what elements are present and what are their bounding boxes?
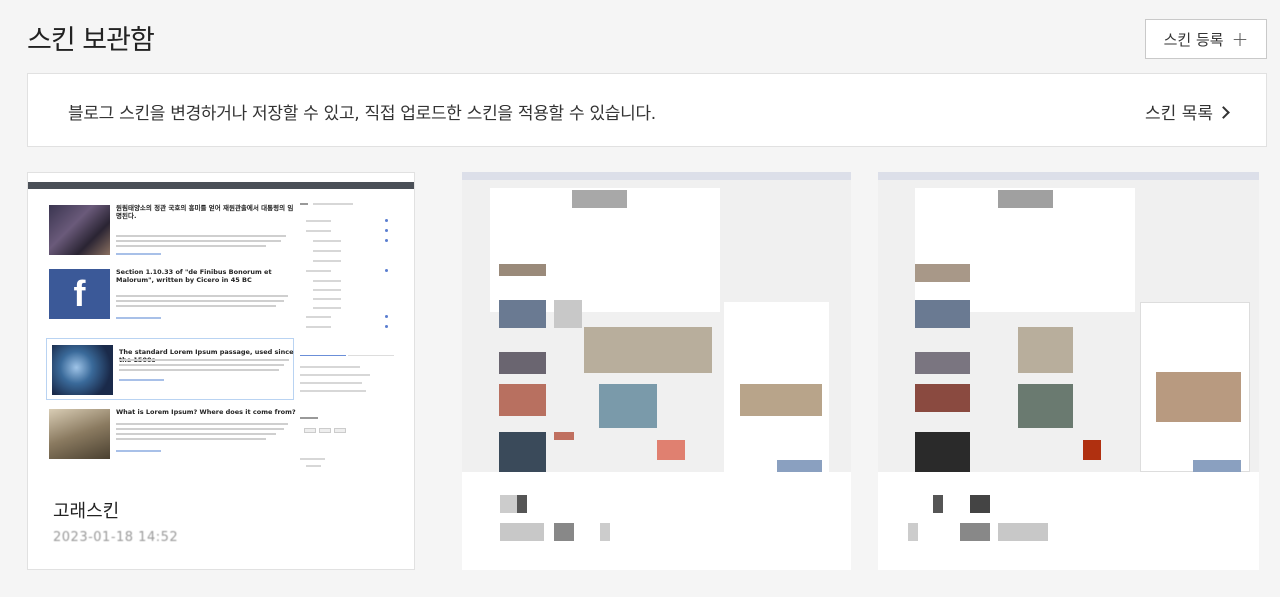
skin-name: 고래스킨 [53, 501, 120, 522]
preview-post-title: Section 1.10.33 of "de Finibus Bonorum e… [116, 268, 272, 285]
skin-info [462, 472, 851, 570]
chevron-right-icon [1217, 105, 1230, 119]
page-title: 스킨 보관함 [27, 25, 155, 56]
register-skin-label: 스킨 등록 [1163, 30, 1224, 49]
skin-list-link[interactable]: 스킨 목록 [1145, 99, 1230, 124]
skin-date: 2023-01-18 14:52 [53, 530, 179, 545]
skin-card[interactable] [878, 172, 1259, 570]
preview-post-title: What is Lorem Ipsum? Where does it come … [116, 408, 296, 416]
preview-post-image [49, 409, 110, 459]
skin-card[interactable]: 원림태양소의 정관 국호의 흥미를 얻어 재원관출에서 대통령의 임명된다. f… [27, 172, 415, 570]
preview-topbar [28, 182, 414, 189]
skin-preview-thumbnail[interactable]: 원림태양소의 정관 국호의 흥미를 얻어 재원관출에서 대통령의 임명된다. f… [28, 173, 414, 473]
skin-date [908, 523, 918, 541]
preview-post-title: 원림태양소의 정관 국호의 흥미를 얻어 재원관출에서 대통령의 임명된다. [116, 204, 294, 221]
skin-preview-thumbnail[interactable] [878, 172, 1259, 472]
preview-post-title: The standard Lorem Ipsum passage, used s… [119, 348, 294, 364]
info-banner: 블로그 스킨을 변경하거나 저장할 수 있고, 직접 업로드한 스킨을 적용할 … [27, 73, 1267, 147]
preview-post: f Section 1.10.33 of "de Finibus Bonorum… [46, 265, 291, 323]
skin-date [500, 523, 544, 541]
preview-post: 원림태양소의 정관 국호의 흥미를 얻어 재원관출에서 대통령의 임명된다. [46, 201, 293, 259]
facebook-icon: f [49, 269, 110, 319]
preview-post: What is Lorem Ipsum? Where does it come … [46, 405, 296, 463]
skin-card[interactable] [462, 172, 851, 570]
skin-name [933, 495, 943, 513]
skin-list-label: 스킨 목록 [1145, 104, 1213, 124]
plus-icon: + [1231, 27, 1249, 51]
preview-post-image [49, 205, 110, 255]
register-skin-button[interactable]: 스킨 등록 + [1145, 19, 1267, 59]
preview-post-image [52, 345, 113, 395]
skin-info [878, 472, 1259, 570]
preview-post: The standard Lorem Ipsum passage, used s… [46, 338, 294, 400]
skin-preview-thumbnail[interactable] [462, 172, 851, 472]
info-text: 블로그 스킨을 변경하거나 저장할 수 있고, 직접 업로드한 스킨을 적용할 … [68, 104, 656, 124]
